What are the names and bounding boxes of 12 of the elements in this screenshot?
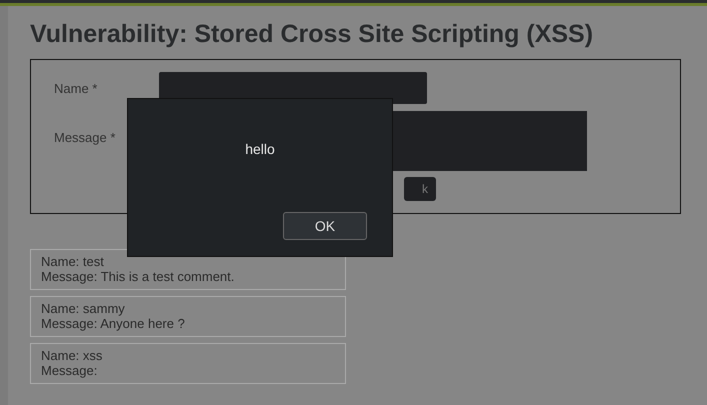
comment-name: Name: test <box>41 254 105 269</box>
ok-button[interactable]: OK <box>283 212 367 240</box>
comment-name: Name: xss <box>41 348 104 363</box>
comment-message: Message: <box>41 363 98 378</box>
alert-message: hello <box>245 141 275 157</box>
comment-message: Message: This is a test comment. <box>41 269 236 284</box>
field-label: Message * <box>54 130 116 145</box>
field-label: Name * <box>54 80 98 96</box>
comment-name: Name: sammy <box>41 301 126 316</box>
submit-button[interactable]: k <box>404 177 436 201</box>
page-title: Vulnerability: Stored Cross Site Scripting (XSS) <box>30 20 594 49</box>
comment-message: Message: Anyone here ? <box>41 316 186 331</box>
